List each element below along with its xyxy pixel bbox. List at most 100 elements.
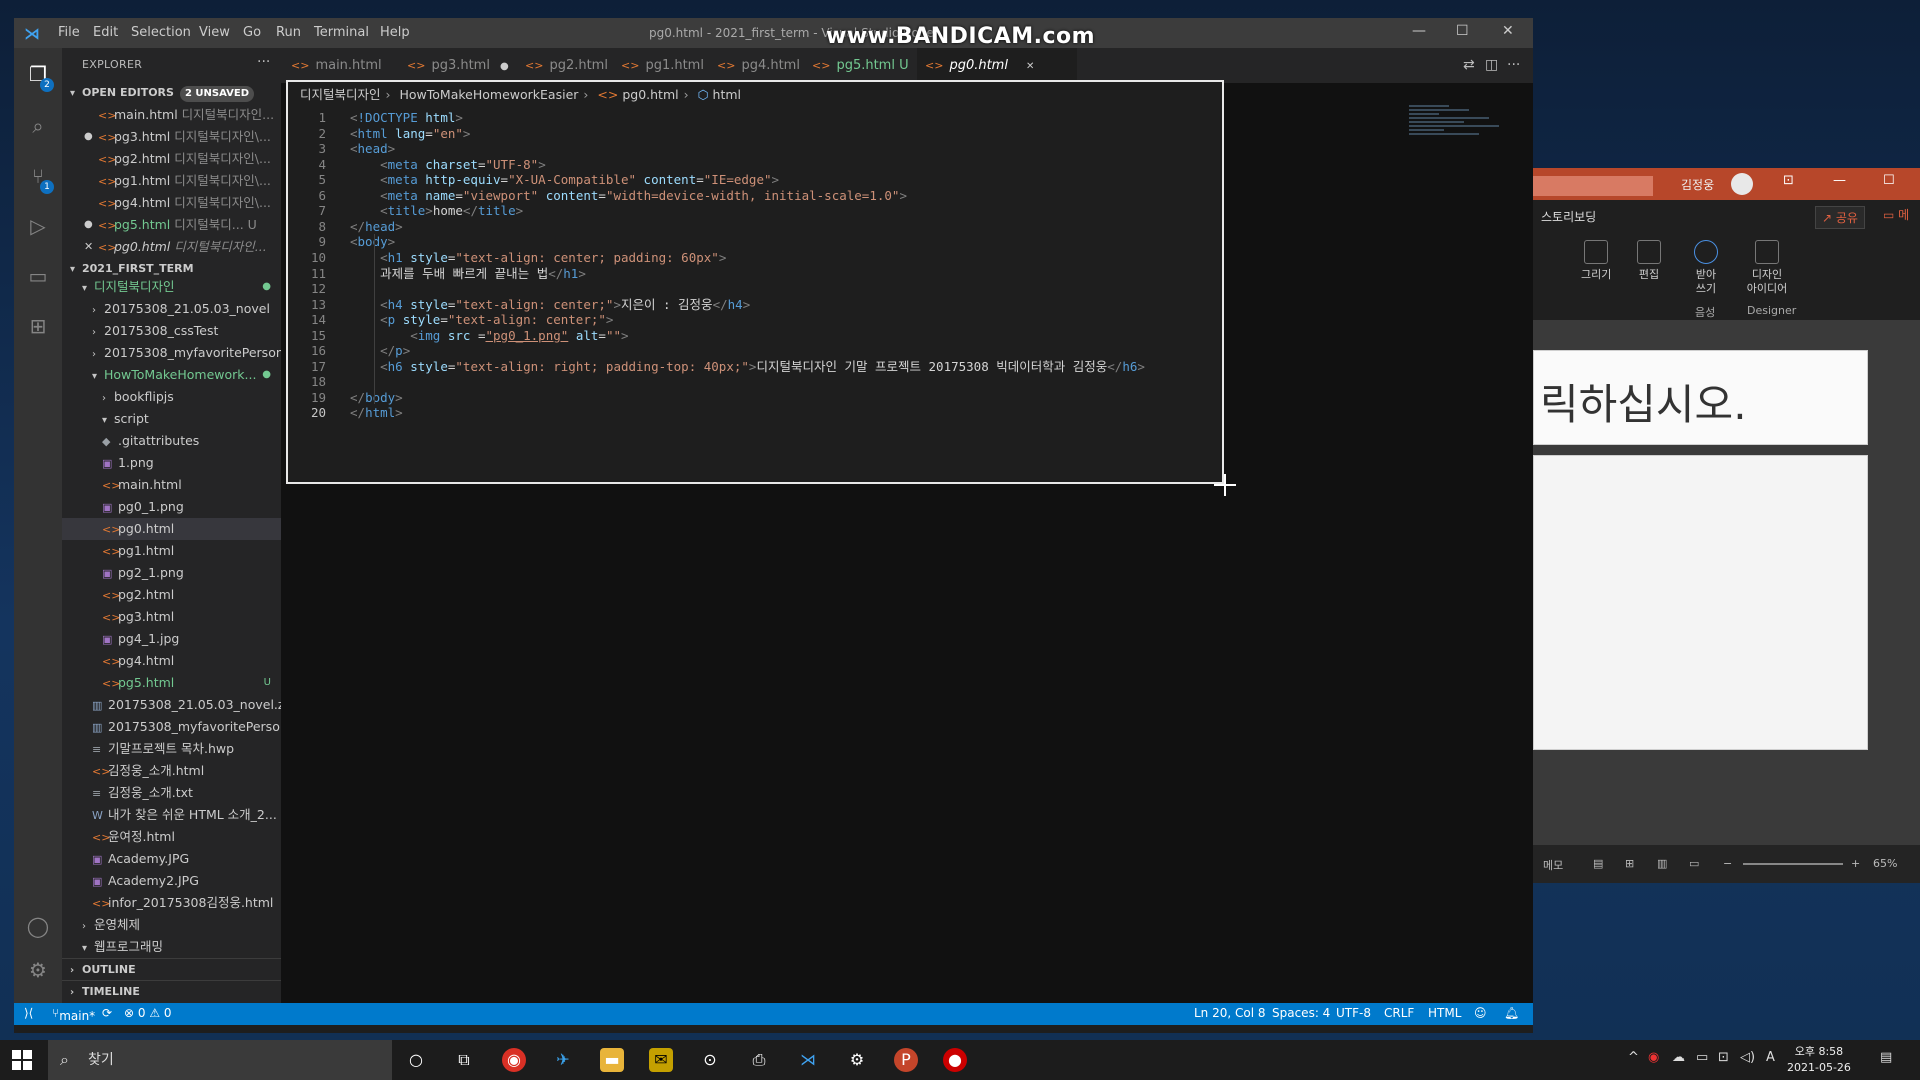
menu-file[interactable]: File (58, 25, 80, 40)
design-ideas-button[interactable]: 디자인 아이디어 (1743, 240, 1791, 296)
menu-selection[interactable]: Selection (131, 25, 191, 40)
battery-icon[interactable]: ▭ (1696, 1050, 1708, 1065)
tree-file[interactable]: ▥ 20175308_21.05.03_novel.zip (62, 694, 281, 716)
remote-explorer-icon[interactable]: ▭ (26, 264, 50, 288)
maximize-icon[interactable]: ☐ (1456, 23, 1469, 39)
tree-file[interactable]: ▣ Academy.JPG (62, 848, 281, 870)
zoom-slider[interactable] (1743, 863, 1843, 865)
tree-file[interactable]: <>main.html (62, 474, 281, 496)
cortana-icon[interactable]: ○ (404, 1048, 428, 1072)
menu-terminal[interactable]: Terminal (314, 25, 369, 40)
settings-gear-icon[interactable]: ⚙ (26, 958, 50, 982)
tree-file[interactable]: ▥ 20175308_myfavoritePerson.... (62, 716, 281, 738)
open-editor-item[interactable]: <>pg2.html 디지털북디자인\... (62, 148, 281, 170)
breadcrumb-item[interactable]: HowToMakeHomeworkEasier (400, 87, 579, 102)
tab-pg2-html[interactable]: <> pg2.html (525, 48, 608, 83)
tree-file[interactable]: <>pg1.html (62, 540, 281, 562)
tab-pg1-html[interactable]: <> pg1.html (621, 48, 704, 83)
notes-button[interactable]: 메모 (1543, 857, 1563, 873)
feedback-icon[interactable]: ☺ (1474, 1006, 1487, 1020)
tree-file[interactable]: W 내가 찾은 쉬운 HTML 소개_2... (62, 804, 281, 826)
bird-app-icon[interactable]: ✈ (551, 1048, 575, 1072)
run-debug-icon[interactable]: ▷ (26, 214, 50, 238)
indentation[interactable]: Spaces: 4 (1272, 1006, 1330, 1020)
tree-folder[interactable]: › bookflipjs (62, 386, 281, 408)
minimap[interactable] (1409, 103, 1509, 153)
volume-icon[interactable]: ◁) (1740, 1050, 1755, 1065)
notification-center-icon[interactable]: ▤ (1880, 1050, 1892, 1065)
more-actions-icon[interactable]: ··· (1507, 57, 1520, 73)
zoom-out-icon[interactable]: − (1723, 857, 1732, 870)
slide-sorter-icon[interactable]: ⊞ (1625, 857, 1634, 870)
network-icon[interactable]: ⊡ (1718, 1050, 1729, 1065)
maximize-icon[interactable]: ☐ (1883, 173, 1895, 188)
breadcrumb-item[interactable]: pg0.html (622, 87, 678, 102)
tree-file[interactable]: ▣ Academy2.JPG (62, 870, 281, 892)
tree-file[interactable]: <>윤여정.html (62, 826, 281, 848)
split-editor-icon[interactable]: ◫ (1485, 57, 1498, 73)
tree-folder[interactable]: › 20175308_21.05.03_novel (62, 298, 281, 320)
unsaved-dot-icon[interactable]: ● (84, 126, 93, 148)
tab-pg4-html[interactable]: <> pg4.html (717, 48, 800, 83)
vscode-taskbar-icon[interactable]: ⋊ (796, 1048, 820, 1072)
onedrive-icon[interactable]: ☁ (1672, 1050, 1685, 1065)
tree-folder[interactable]: › 20175308_myfavoritePerson (62, 342, 281, 364)
tree-file[interactable]: <>infor_20175308김정웅.html (62, 892, 281, 914)
tree-file[interactable]: ▣ pg2_1.png (62, 562, 281, 584)
kakaotalk-icon[interactable]: ✉ (649, 1048, 673, 1072)
avatar[interactable] (1731, 173, 1753, 195)
unsaved-dot-icon[interactable]: ● (84, 214, 93, 236)
recording-tray-icon[interactable]: ◉ (1648, 1050, 1659, 1065)
breadcrumb-item[interactable]: html (713, 87, 741, 102)
tree-folder[interactable]: ▾ script (62, 408, 281, 430)
tab-pg0-html[interactable]: <> pg0.html ✕ (917, 48, 1077, 83)
tab-pg5-html[interactable]: <>pg5.html U● (812, 48, 927, 83)
problems-indicator[interactable]: ⊗ 0 ⚠ 0 (124, 1006, 172, 1020)
unsaved-dot-icon[interactable]: ● (500, 61, 509, 72)
branch-indicator[interactable]: ⑂ main* (52, 1006, 95, 1023)
bandicam-record-icon[interactable]: ● (943, 1048, 967, 1072)
tree-folder[interactable]: › 20175308_cssTest (62, 320, 281, 342)
tree-file[interactable]: <>pg2.html (62, 584, 281, 606)
search-icon[interactable]: ⌕ (26, 114, 50, 138)
powerpoint-search-box[interactable] (1533, 176, 1653, 196)
encoding[interactable]: UTF-8 (1336, 1006, 1371, 1020)
extensions-icon[interactable]: ⊞ (26, 314, 50, 338)
slideshow-icon[interactable]: ▭ (1689, 857, 1699, 870)
code-line[interactable]: 20 </html> (288, 403, 1222, 422)
chrome-icon[interactable]: ◉ (502, 1048, 526, 1072)
tree-file[interactable]: <>pg3.html (62, 606, 281, 628)
network-app-icon[interactable]: ⎙ (747, 1048, 771, 1072)
tree-file[interactable]: ▣ 1.png (62, 452, 281, 474)
capture-selection-region[interactable]: 디지털북디자인 › HowToMakeHomeworkEasier › <> pg0.… (286, 80, 1224, 484)
line-ending[interactable]: CRLF (1384, 1006, 1414, 1020)
normal-view-icon[interactable]: ▤ (1593, 857, 1603, 870)
open-editors-header[interactable]: ▾ OPEN EDITORS 2 UNSAVED (62, 82, 281, 104)
menu-view[interactable]: View (199, 25, 230, 40)
ime-indicator[interactable]: A (1766, 1050, 1775, 1065)
cursor-position[interactable]: Ln 20, Col 8 (1194, 1006, 1266, 1020)
sync-icon[interactable]: ⟳ (102, 1006, 112, 1020)
close-icon[interactable]: ✕ (1502, 23, 1514, 39)
dictate-button[interactable]: 받아 쓰기 (1691, 240, 1721, 296)
menu-run[interactable]: Run (276, 25, 301, 40)
windows-start-icon[interactable] (12, 1050, 34, 1070)
account-icon[interactable]: ◯ (26, 914, 50, 938)
tree-folder[interactable]: ▾ 웹프로그래밍 (62, 936, 281, 958)
slide-canvas[interactable]: 릭하십시오. (1533, 320, 1920, 845)
tree-file[interactable]: ◆ .gitattributes (62, 430, 281, 452)
tree-folder[interactable]: › 운영체제 (62, 914, 281, 936)
app-icon[interactable]: ⊙ (698, 1048, 722, 1072)
outline-header[interactable]: › OUTLINE (62, 958, 281, 980)
zoom-level[interactable]: 65% (1873, 857, 1897, 870)
tree-file[interactable]: <>김정웅_소개.html (62, 760, 281, 782)
comments-button[interactable]: ▭ 메 (1883, 206, 1909, 223)
settings-gear-icon[interactable]: ⚙ (845, 1048, 869, 1072)
ribbon-display-icon[interactable]: ⊡ (1783, 173, 1794, 188)
tree-file[interactable]: <>pg4.html (62, 650, 281, 672)
tree-file[interactable]: ≡ 기말프로젝트 목차.hwp (62, 738, 281, 760)
powerpoint-window[interactable]: 김정웅 ⊡ — ☐ 스토리보딩 ↗ 공유 ▭ 메 그리기 편집 받아 쓰기 디자… (1533, 168, 1920, 883)
tab-main-html[interactable]: <> main.html (291, 48, 382, 83)
slide-title-placeholder[interactable]: 릭하십시오. (1533, 350, 1868, 445)
taskbar-search-box[interactable]: ⌕ 찾기 (48, 1040, 392, 1080)
